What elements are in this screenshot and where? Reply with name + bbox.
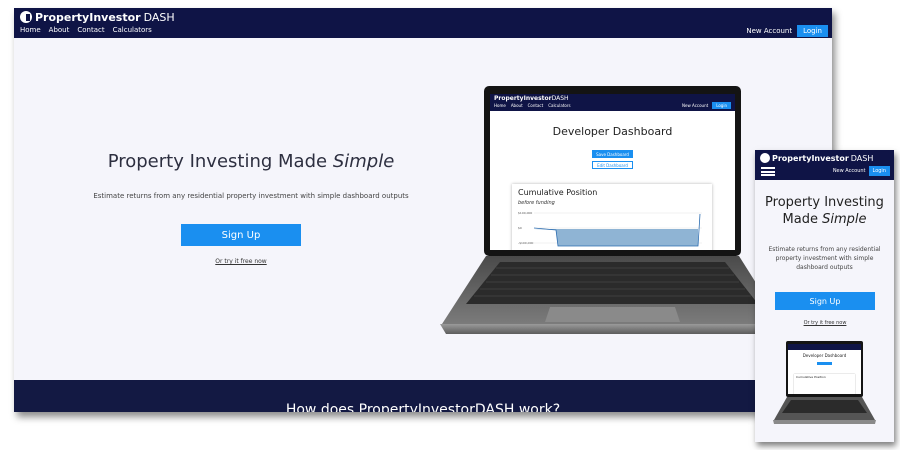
laptop-link-about: About <box>510 103 523 108</box>
mini-area-chart <box>533 212 702 247</box>
mini-screen-card: Cumulative Position <box>794 374 855 394</box>
laptop-screen: PropertyInvestorDASH Home About Contact … <box>490 94 735 250</box>
mini-card-title: Cumulative Position <box>796 375 826 379</box>
house-person-logo-icon <box>20 11 32 23</box>
mobile-brand-light: DASH <box>850 153 874 163</box>
cumulative-position-card: Cumulative Position before funding $100,… <box>512 184 712 250</box>
mobile-title-emphasis: Simple <box>822 211 867 227</box>
mini-area-fill <box>534 229 698 246</box>
sign-up-button[interactable]: Sign Up <box>181 224 301 246</box>
mobile-page: PropertyInvestor DASH New Account Login P… <box>755 150 894 442</box>
nav-link-contact[interactable]: Contact <box>77 26 104 34</box>
mobile-login-button[interactable]: Login <box>868 166 890 176</box>
mobile-hero-title: Property Investing Made Simple <box>759 195 890 229</box>
brand-name-light: DASH <box>143 10 175 24</box>
login-button[interactable]: Login <box>797 25 828 37</box>
mobile-title-line2-text: Made <box>782 211 823 227</box>
mobile-title-line1: Property Investing <box>765 195 884 210</box>
mini-screen-title: Developer Dashboard <box>802 353 847 358</box>
mobile-sign-up-button[interactable]: Sign Up <box>775 292 875 310</box>
mobile-account-actions: New Account Login <box>833 166 890 176</box>
how-it-works-heading: How does PropertyInvestorDASH work? <box>285 402 561 412</box>
mobile-mini-laptop-screen: Developer Dashboard Cumulative Position <box>788 344 861 394</box>
laptop-brand-light: DASH <box>551 95 569 102</box>
mobile-brand[interactable]: PropertyInvestor DASH <box>760 153 873 163</box>
laptop-dashboard-title: Developer Dashboard <box>552 125 673 138</box>
laptop-link-home: Home <box>494 103 506 108</box>
laptop-save-dashboard-button: Save Dashboard <box>592 150 633 158</box>
mobile-new-account-link[interactable]: New Account <box>833 168 866 174</box>
laptop-login: Login <box>712 102 731 109</box>
brand-name-bold: PropertyInvestor <box>35 10 141 24</box>
mobile-navbar: PropertyInvestor DASH New Account Login <box>755 150 894 180</box>
nav-link-calculators[interactable]: Calculators <box>113 26 152 34</box>
mobile-title-line2: Made Simple <box>759 212 890 229</box>
hamburger-menu-icon[interactable] <box>761 167 775 176</box>
laptop-screen-brand: PropertyInvestorDASH <box>494 95 569 102</box>
mobile-brand-bold: PropertyInvestor <box>772 153 849 163</box>
hero-title-emphasis: Simple <box>332 151 395 172</box>
try-free-link[interactable]: Or try it free now <box>181 258 301 265</box>
marketing-mockup-composition: PropertyInvestor DASH Home About Contact … <box>0 0 900 450</box>
hero-title: Property Investing Made Simple <box>76 151 426 172</box>
mini-screen-button <box>817 362 832 365</box>
laptop-screen-links: Home About Contact Calculators <box>494 103 571 108</box>
laptop-link-calculators: Calculators <box>548 103 571 108</box>
nav-links: Home About Contact Calculators <box>20 26 152 34</box>
laptop-link-contact: Contact <box>527 103 544 108</box>
laptop-brand-bold: PropertyInvestor <box>494 95 552 102</box>
hero-subtitle: Estimate returns from any residential pr… <box>93 192 409 200</box>
nav-account-actions: New Account Login <box>746 25 828 37</box>
mobile-logo-icon <box>760 153 770 163</box>
laptop-screen-navbar: PropertyInvestorDASH Home About Contact … <box>490 94 735 111</box>
nav-link-about[interactable]: About <box>49 26 70 34</box>
nav-link-home[interactable]: Home <box>20 26 41 34</box>
mobile-try-free-link[interactable]: Or try it free now <box>775 320 875 326</box>
laptop-screen-account: New Account Login <box>682 102 731 109</box>
mobile-hero-subtitle: Estimate returns from any residential pr… <box>768 246 881 271</box>
laptop-edit-dashboard-button: Edit Dashboard <box>592 161 633 169</box>
hero-title-text: Property Investing Made <box>107 151 333 172</box>
new-account-link[interactable]: New Account <box>746 27 792 35</box>
top-navbar: PropertyInvestor DASH Home About Contact … <box>14 8 832 38</box>
mini-screen-navbar <box>788 344 861 350</box>
laptop-new-account: New Account <box>682 103 709 108</box>
brand-logo[interactable]: PropertyInvestor DASH <box>20 10 175 24</box>
